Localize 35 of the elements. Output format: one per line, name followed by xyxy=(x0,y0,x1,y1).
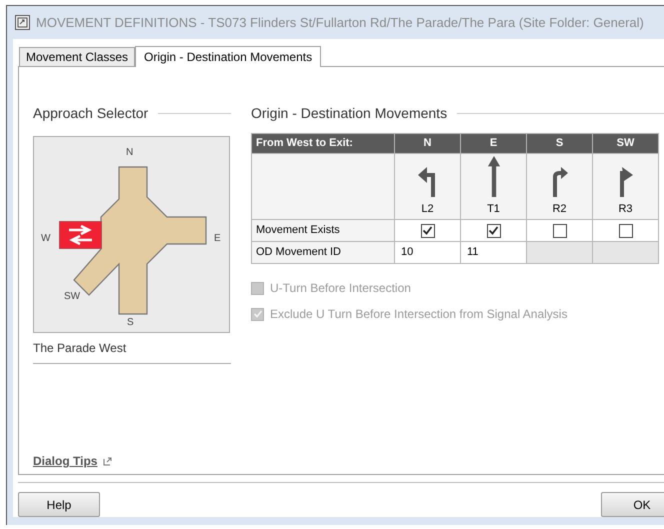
movement-code: R2 xyxy=(552,202,567,217)
dialog-button[interactable]: OK xyxy=(601,492,664,517)
tab[interactable]: Origin - Destination Movements xyxy=(135,46,322,67)
id-field[interactable]: 10 xyxy=(394,242,460,264)
straight-arrow-icon xyxy=(486,156,500,197)
checkbox[interactable] xyxy=(420,224,434,238)
app-icon xyxy=(15,15,30,30)
selected-approach-name: The Parade West xyxy=(33,339,231,364)
checkbox-label: Exclude U Turn Before Intersection from Signal Analysis xyxy=(270,306,568,323)
checkbox-label: U-Turn Before Intersection xyxy=(270,280,411,297)
checkbox[interactable] xyxy=(618,224,632,238)
window-title: MOVEMENT DEFINITIONS - TS073 Flinders St/Fullarton Rd/The Parade/The Para (Site Folder: General) xyxy=(36,14,644,32)
checkbox[interactable] xyxy=(486,224,500,238)
checkbox[interactable] xyxy=(552,224,566,238)
dialog-button[interactable]: Help xyxy=(18,492,100,517)
direction-label: W xyxy=(41,232,50,246)
selected-approach-icon[interactable] xyxy=(59,221,102,249)
section-title: Approach Selector xyxy=(33,104,148,123)
movement-code: L2 xyxy=(421,202,434,217)
direction-label: N xyxy=(126,146,134,160)
section-title: Origin - Destination Movements xyxy=(251,104,448,123)
column-header: From West to Exit: xyxy=(252,134,394,154)
movement-code: R3 xyxy=(618,202,633,217)
dialog-tips-link[interactable]: Dialog Tips xyxy=(33,452,98,470)
direction-label: E xyxy=(214,232,221,246)
row-label: Movement Exists xyxy=(252,220,394,242)
movement-code: T1 xyxy=(487,202,500,217)
right-turn-arrow-icon xyxy=(552,167,568,197)
tab[interactable]: Movement Classes xyxy=(19,47,136,66)
direction-label: S xyxy=(127,316,134,330)
id-field[interactable]: 11 xyxy=(460,242,526,264)
direction-label: SW xyxy=(64,290,80,304)
sharp-right-arrow-icon xyxy=(618,167,632,197)
row-label: OD Movement ID xyxy=(252,242,394,264)
external-link-icon xyxy=(103,456,112,466)
